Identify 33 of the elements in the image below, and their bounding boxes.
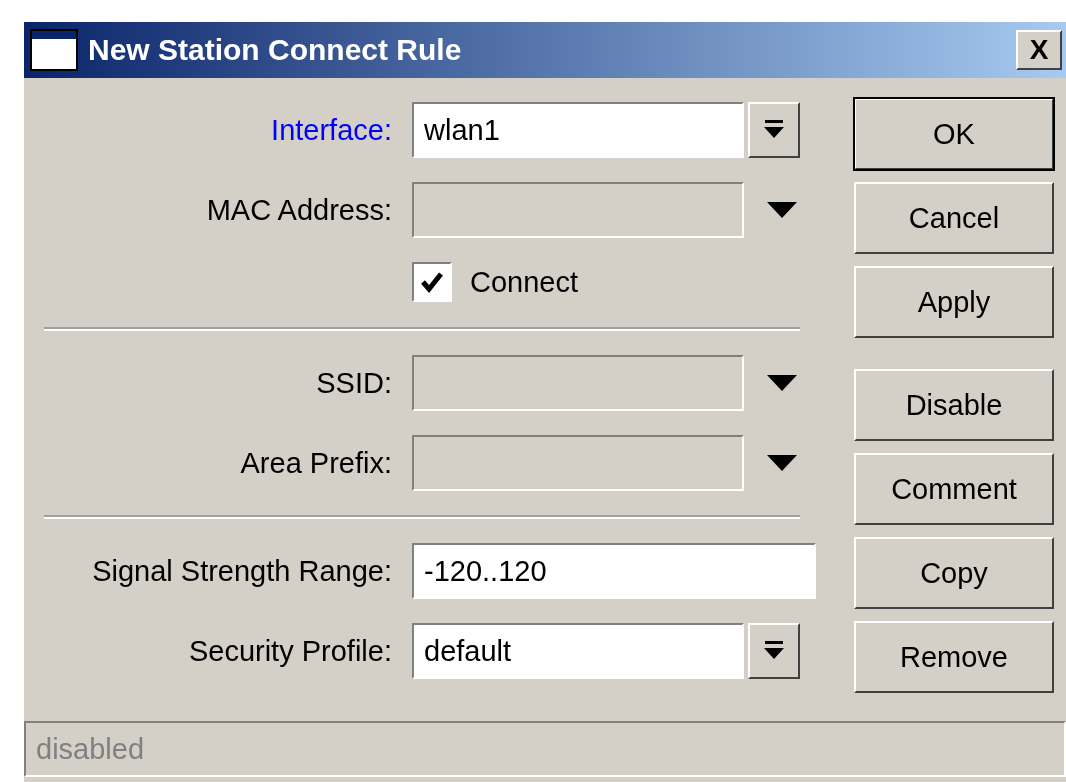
- combo-field[interactable]: [412, 355, 744, 411]
- dropdown-field[interactable]: default: [412, 623, 744, 679]
- status-bar: disabled: [24, 721, 1066, 777]
- combo-field[interactable]: [412, 435, 744, 491]
- dialog-button[interactable]: OK: [854, 98, 1054, 170]
- window-title: New Station Connect Rule: [88, 33, 463, 67]
- field-label: SSID:: [315, 366, 392, 400]
- field-label: Signal Strength Range:: [91, 554, 392, 588]
- dropdown-button[interactable]: [748, 102, 800, 158]
- checkbox[interactable]: [412, 262, 452, 302]
- dropdown-arrow-icon[interactable]: [767, 455, 797, 471]
- dropdown-arrow-icon: [763, 120, 785, 140]
- dropdown-arrow-icon[interactable]: [767, 202, 797, 218]
- dialog-button[interactable]: Cancel: [854, 182, 1054, 254]
- dialog-button[interactable]: Copy: [854, 537, 1054, 609]
- field-label: Security Profile:: [187, 634, 392, 668]
- checkbox-label: Connect: [470, 265, 578, 299]
- dialog-button[interactable]: Comment: [854, 453, 1054, 525]
- dropdown-button[interactable]: [748, 623, 800, 679]
- dialog-button[interactable]: Apply: [854, 266, 1054, 338]
- combo-field[interactable]: [412, 182, 744, 238]
- dialog-button[interactable]: Disable: [854, 369, 1054, 441]
- window-icon: [30, 29, 78, 71]
- input-field[interactable]: -120..120: [412, 543, 816, 599]
- field-label: Area Prefix:: [239, 446, 392, 480]
- dropdown-arrow-icon[interactable]: [767, 375, 797, 391]
- close-button[interactable]: X: [1016, 30, 1062, 70]
- dropdown-arrow-icon: [763, 641, 785, 661]
- dropdown-field[interactable]: wlan1: [412, 102, 744, 158]
- field-label: Interface:: [270, 113, 392, 147]
- dialog-button[interactable]: Remove: [854, 621, 1054, 693]
- checkmark-icon: [420, 271, 444, 293]
- field-label: MAC Address:: [205, 193, 392, 227]
